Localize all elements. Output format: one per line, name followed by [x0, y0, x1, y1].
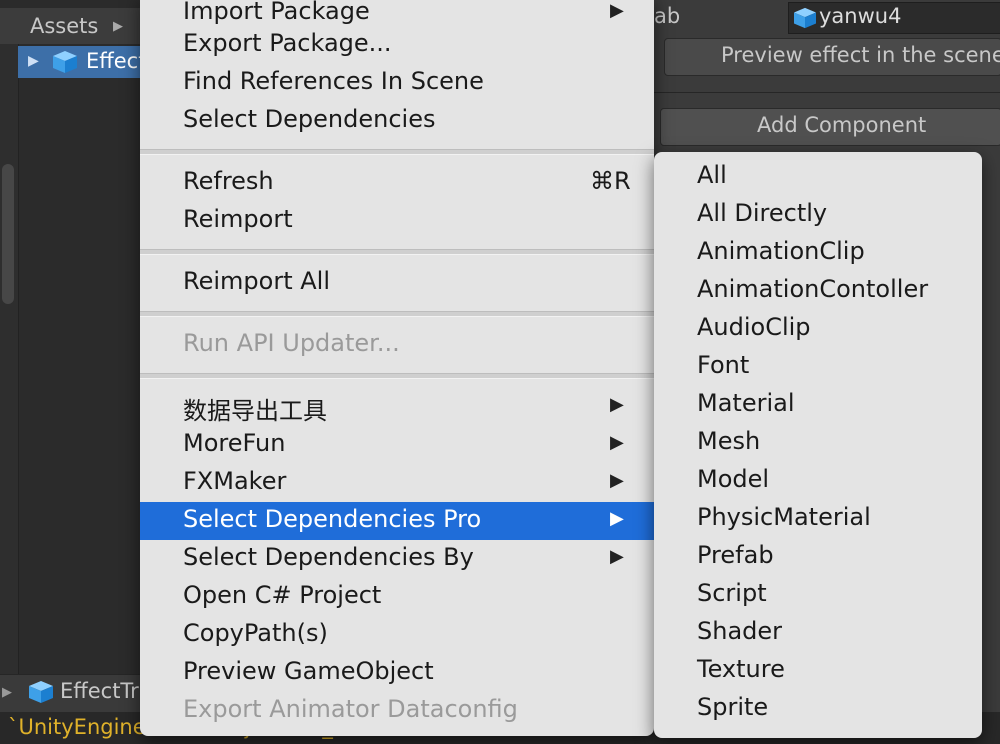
submenu-item-label: Shader: [697, 617, 783, 645]
submenu-item-audioclip[interactable]: AudioClip: [654, 310, 982, 348]
menu-item-open-csharp-project[interactable]: Open C# Project: [140, 578, 654, 616]
menu-item-label: Select Dependencies Pro: [183, 505, 482, 533]
submenu-item-label: Texture: [697, 655, 785, 683]
submenu-item-mesh[interactable]: Mesh: [654, 424, 982, 462]
menu-item-select-dependencies-pro[interactable]: Select Dependencies Pro ▶: [140, 502, 654, 540]
menu-item-refresh[interactable]: Refresh ⌘R: [140, 164, 654, 202]
menu-separator: [140, 149, 654, 155]
menu-item-label: Open C# Project: [183, 581, 382, 609]
submenu-item-prefab[interactable]: Prefab: [654, 538, 982, 576]
prefab-cube-icon: [29, 681, 53, 703]
submenu-item-label: AudioClip: [697, 313, 811, 341]
menu-item-label: 数据导出工具: [183, 397, 327, 425]
submenu-item-material[interactable]: Material: [654, 386, 982, 424]
submenu-item-label: Font: [697, 351, 750, 379]
submenu-item-all-directly[interactable]: All Directly: [654, 196, 982, 234]
menu-item-select-dependencies[interactable]: Select Dependencies: [140, 102, 654, 140]
submenu-item-label: AnimationClip: [697, 237, 865, 265]
submenu-item-label: Material: [697, 389, 795, 417]
menu-item-label: MoreFun: [183, 429, 286, 457]
menu-item-morefun[interactable]: MoreFun ▶: [140, 426, 654, 464]
menu-shortcut: ⌘R: [590, 167, 631, 195]
menu-item-label: CopyPath(s): [183, 619, 328, 647]
inspector-divider: [654, 92, 1000, 93]
submenu-item-label: Prefab: [697, 541, 774, 569]
submenu-arrow-icon: ▶: [610, 432, 624, 453]
menu-item-label: Import Package: [183, 0, 370, 25]
select-dependencies-pro-submenu: All All Directly AnimationClip Animation…: [654, 152, 982, 738]
submenu-arrow-icon: ▶: [610, 470, 624, 491]
submenu-item-label: Mesh: [697, 427, 761, 455]
menu-item-reimport-all[interactable]: Reimport All: [140, 264, 654, 302]
preview-effect-button[interactable]: Preview effect in the scene: [664, 38, 1000, 76]
menu-item-fxmaker[interactable]: FXMaker ▶: [140, 464, 654, 502]
project-scrollbar[interactable]: [0, 44, 19, 674]
menu-item-find-references[interactable]: Find References In Scene: [140, 64, 654, 102]
menu-item-export-animator-dataconfig: Export Animator Dataconfig: [140, 692, 654, 730]
menu-item-label: FXMaker: [183, 467, 287, 495]
assets-breadcrumb[interactable]: Assets ▶: [0, 8, 140, 44]
submenu-item-label: Script: [697, 579, 767, 607]
submenu-arrow-icon: ▶: [610, 546, 624, 567]
submenu-item-label: Model: [697, 465, 770, 493]
add-component-label: Add Component: [757, 113, 927, 137]
menu-separator: [140, 311, 654, 317]
menu-item-select-dependencies-by[interactable]: Select Dependencies By ▶: [140, 540, 654, 578]
submenu-item-shader[interactable]: Shader: [654, 614, 982, 652]
menu-item-label: Export Animator Dataconfig: [183, 695, 518, 723]
submenu-item-model[interactable]: Model: [654, 462, 982, 500]
submenu-item-script[interactable]: Script: [654, 576, 982, 614]
prefab-cube-icon: [53, 51, 77, 73]
submenu-item-physicmaterial[interactable]: PhysicMaterial: [654, 500, 982, 538]
menu-item-label: Export Package...: [183, 29, 392, 57]
menu-item-label: Find References In Scene: [183, 67, 484, 95]
assets-label[interactable]: Assets: [30, 14, 98, 38]
object-field-value: yanwu4: [819, 4, 902, 28]
project-panel: [0, 0, 140, 744]
menu-separator: [140, 249, 654, 255]
submenu-item-label: PhysicMaterial: [697, 503, 871, 531]
preview-effect-label: Preview effect in the scene: [721, 43, 1000, 67]
prefab-cube-icon: [794, 7, 816, 29]
submenu-item-animationclip[interactable]: AnimationClip: [654, 234, 982, 272]
submenu-item-font[interactable]: Font: [654, 348, 982, 386]
menu-item-label: Preview GameObject: [183, 657, 434, 685]
menu-item-label: Run API Updater...: [183, 329, 400, 357]
submenu-item-all[interactable]: All: [654, 158, 982, 196]
submenu-item-label: All: [697, 161, 727, 189]
submenu-arrow-icon: ▶: [610, 394, 624, 415]
scrollbar-thumb[interactable]: [2, 164, 14, 304]
submenu-item-animationcontoller[interactable]: AnimationContoller: [654, 272, 982, 310]
menu-separator: [140, 373, 654, 379]
submenu-item-label: AnimationContoller: [697, 275, 929, 303]
submenu-arrow-icon: ▶: [610, 0, 624, 21]
menu-item-label: Select Dependencies: [183, 105, 436, 133]
expand-arrow-icon[interactable]: ▶: [28, 53, 39, 69]
object-field[interactable]: yanwu4: [788, 2, 1000, 34]
project-tree-item-selected[interactable]: ▶ EffectTrigger: [18, 46, 219, 78]
menu-item-copy-path[interactable]: CopyPath(s): [140, 616, 654, 654]
context-menu: Import Package ▶ Export Package... Find …: [140, 0, 654, 736]
submenu-item-label: All Directly: [697, 199, 828, 227]
menu-item-data-export-tool[interactable]: 数据导出工具 ▶: [140, 388, 654, 426]
submenu-arrow-icon: ▶: [610, 508, 624, 529]
menu-item-export-package[interactable]: Export Package...: [140, 26, 654, 64]
collapse-arrow-icon[interactable]: ▶: [2, 685, 12, 700]
menu-item-label: Select Dependencies By: [183, 543, 474, 571]
project-status-bar: ▶ EffectTrigger: [0, 674, 193, 713]
inspector-field-label: ab: [654, 4, 681, 28]
menu-item-reimport[interactable]: Reimport: [140, 202, 654, 240]
submenu-item-label: Sprite: [697, 693, 769, 721]
submenu-item-texture[interactable]: Texture: [654, 652, 982, 690]
add-component-button[interactable]: Add Component: [660, 108, 1000, 146]
submenu-item-sprite[interactable]: Sprite: [654, 690, 982, 728]
breadcrumb-arrow-icon: ▶: [113, 19, 123, 34]
menu-item-run-api-updater: Run API Updater...: [140, 326, 654, 364]
menu-item-preview-gameobject[interactable]: Preview GameObject: [140, 654, 654, 692]
menu-item-label: Refresh: [183, 167, 274, 195]
menu-item-label: Reimport: [183, 205, 293, 233]
menu-item-label: Reimport All: [183, 267, 330, 295]
